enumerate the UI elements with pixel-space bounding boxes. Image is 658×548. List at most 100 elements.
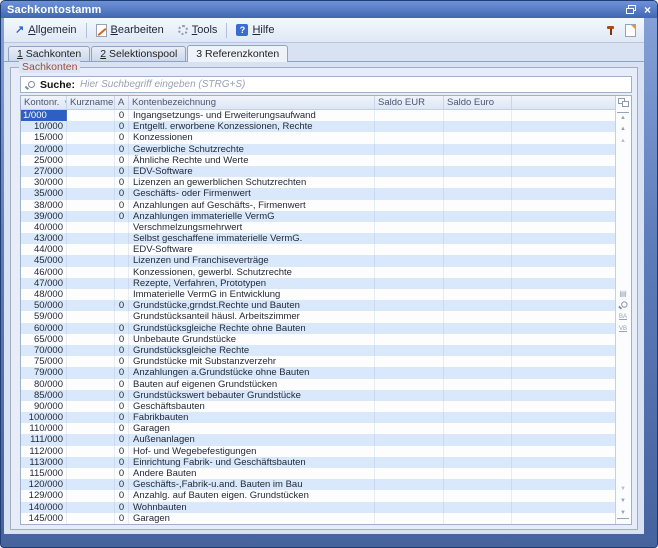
table-row[interactable]: 145/000 0 Garagen — [21, 512, 615, 524]
menu-allgemein[interactable]: ↗ Allgemein — [8, 22, 84, 38]
cell-saldo-eur — [375, 344, 444, 357]
cell-saldo-eur — [375, 255, 444, 267]
cell-saldo-euro — [444, 277, 512, 289]
menu-hilfe[interactable]: ? Hilfe — [229, 22, 281, 38]
column-header-saldo-euro[interactable]: Saldo Euro — [444, 96, 512, 109]
cell-kontenbezeichnung: Garagen — [129, 423, 375, 435]
table-row[interactable]: 79/000 0 Anzahlungen a.Grundstücke ohne Ba… — [21, 367, 615, 379]
table-row[interactable]: 85/000 0 Grundstückswert bebauter Grundstü… — [21, 389, 615, 401]
restore-icon[interactable] — [625, 5, 636, 14]
table-row[interactable]: 90/000 0 Geschäftsbauten — [21, 400, 615, 413]
table-row[interactable]: 20/000 0 Gewerbliche Schutzrechte — [21, 143, 615, 155]
cell-kurzname — [67, 434, 115, 446]
cell-kurzname — [67, 322, 115, 334]
cell-saldo-euro — [444, 456, 512, 468]
scroll-to-bottom-icon[interactable]: ▼ — [617, 508, 629, 519]
cell-kontenbezeichnung: Rezepte, Verfahren, Prototypen — [129, 277, 375, 289]
toolbar-separator — [85, 22, 87, 38]
table-row[interactable]: 75/000 0 Grundstücke mit Substanzverzehr — [21, 356, 615, 368]
table-view-icon[interactable]: ▤ — [617, 288, 629, 298]
pin-icon[interactable] — [606, 25, 615, 36]
table-row[interactable]: 60/000 0 Grundstücksgleiche Rechte ohne Ba… — [21, 322, 615, 334]
table-row[interactable]: 100/000 0 Fabrikbauten — [21, 412, 615, 424]
table-row[interactable]: 111/000 0 Außenanlagen — [21, 434, 615, 446]
table-row[interactable]: 10/000 0 Entgeltl. erworbene Konzessionen,… — [21, 121, 615, 133]
cell-filler — [512, 267, 615, 278]
close-icon[interactable]: × — [644, 4, 651, 16]
table-row[interactable]: 48/000 Immaterielle VermG in Entwicklung — [21, 289, 615, 301]
table-row[interactable]: 1/000 0 Ingangsetzungs- und Erweiterungsau… — [21, 110, 615, 122]
edit-icon — [95, 23, 107, 37]
table-row[interactable]: 38/000 0 Anzahlungen auf Geschäfts-, Firme… — [21, 199, 615, 211]
scroll-page-up-icon[interactable]: ▲ — [617, 124, 629, 134]
note-icon[interactable] — [625, 23, 636, 37]
table-row[interactable]: 25/000 0 Ähnliche Rechte und Werte — [21, 154, 615, 166]
cell-kontonr: 44/000 — [21, 244, 67, 256]
app-window: Sachkontostamm × ↗ Allgemein Bearbeiten … — [0, 0, 658, 548]
cell-saldo-euro — [444, 110, 512, 122]
window-title: Sachkontostamm — [7, 3, 102, 16]
table-row[interactable]: 35/000 0 Geschäfts- oder Firmenwert — [21, 188, 615, 200]
table-row[interactable]: 43/000 Selbst geschaffene immaterielle Ve… — [21, 233, 615, 245]
table-row[interactable]: 65/000 0 Unbebaute Grundstücke — [21, 333, 615, 345]
table-row[interactable]: 27/000 0 EDV-Software — [21, 165, 615, 178]
column-header-kontonr[interactable]: Kontonr.▼ — [21, 96, 67, 109]
column-header-kontenbezeichnung[interactable]: Kontenbezeichnung — [129, 96, 375, 109]
cell-saldo-eur — [375, 322, 444, 334]
cell-kontenbezeichnung: Grundstücksgleiche Rechte ohne Bauten — [129, 322, 375, 334]
table-row[interactable]: 120/000 0 Geschäfts-,Fabrik-u.and. Bauten … — [21, 479, 615, 491]
table-row[interactable]: 80/000 0 Bauten auf eigenen Grundstücken — [21, 378, 615, 390]
table-row[interactable]: 44/000 EDV-Software — [21, 244, 615, 256]
tab-referenzkonten[interactable]: 3 Referenzkonten — [187, 45, 289, 62]
table-row[interactable]: 45/000 Lizenzen und Franchiseverträge — [21, 255, 615, 267]
scroll-up-icon[interactable]: ▲ — [617, 136, 629, 146]
cell-kontenbezeichnung: EDV-Software — [129, 244, 375, 256]
table-row[interactable]: 70/000 0 Grundstücksgleiche Rechte — [21, 344, 615, 357]
tab-sachkonten[interactable]: 1 Sachkonten — [8, 46, 91, 61]
scroll-page-down-icon[interactable]: ▼ — [617, 496, 629, 506]
tab-selektionspool[interactable]: 2 Selektionspool — [91, 46, 187, 61]
table-row[interactable]: 15/000 0 Konzessionen — [21, 132, 615, 144]
table-row[interactable]: 115/000 0 Andere Bauten — [21, 468, 615, 480]
table-row[interactable]: 40/000 Verschmelzungsmehrwert — [21, 221, 615, 234]
cell-kontenbezeichnung: Einrichtung Fabrik- und Geschäftsbauten — [129, 456, 375, 468]
cell-kontonr: 10/000 — [21, 121, 67, 133]
scroll-down-icon[interactable]: ▼ — [617, 484, 629, 494]
window-content: ↗ Allgemein Bearbeiten Tools ? Hilfe 1 S… — [4, 18, 644, 534]
search-input[interactable]: Suche: Hier Suchbegriff eingeben (STRG+S… — [20, 76, 632, 93]
ba-badge-icon[interactable]: BA — [617, 312, 629, 322]
cell-kontonr: 75/000 — [21, 356, 67, 368]
table-row[interactable]: 46/000 Konzessionen, gewerbl. Schutzrecht… — [21, 266, 615, 278]
gear-icon — [177, 25, 188, 35]
cell-kontonr: 46/000 — [21, 266, 67, 278]
table-row[interactable]: 113/000 0 Einrichtung Fabrik- und Geschäft… — [21, 456, 615, 468]
vb-badge-icon[interactable]: VB — [617, 324, 629, 334]
scroll-to-top-icon[interactable]: ▲ — [617, 112, 629, 123]
table-row[interactable]: 110/000 0 Garagen — [21, 423, 615, 435]
cell-filler — [512, 155, 615, 166]
column-header-kurzname[interactable]: Kurzname — [67, 96, 115, 109]
menu-tools[interactable]: Tools — [171, 22, 225, 38]
magnifier-icon[interactable] — [617, 300, 629, 310]
table-row[interactable]: 140/000 0 Wohnbauten — [21, 501, 615, 513]
titlebar: Sachkontostamm × — [1, 1, 657, 18]
cell-kontenbezeichnung: Grundstücke mit Substanzverzehr — [129, 356, 375, 368]
table-row[interactable]: 112/000 0 Hof- und Wegebefestigungen — [21, 445, 615, 457]
table-row[interactable]: 39/000 0 Anzahlungen immaterielle VermG — [21, 210, 615, 222]
menu-bearbeiten[interactable]: Bearbeiten — [89, 22, 171, 39]
cell-a: 0 — [115, 333, 129, 345]
cell-kontonr: 70/000 — [21, 344, 67, 357]
table-row[interactable]: 30/000 0 Lizenzen an gewerblichen Schutzre… — [21, 177, 615, 189]
column-header-saldo-eur[interactable]: Saldo EUR — [375, 96, 444, 109]
table-row[interactable]: 129/000 0 Anzahlg. auf Bauten eigen. Grund… — [21, 490, 615, 502]
cell-saldo-euro — [444, 479, 512, 491]
cell-filler — [512, 211, 615, 222]
column-header-a[interactable]: A — [115, 96, 129, 109]
cell-kontenbezeichnung: Anzahlungen immaterielle VermG — [129, 210, 375, 222]
cell-saldo-eur — [375, 456, 444, 468]
table-row[interactable]: 50/000 0 Grundstücke,grndst.Rechte und Bau… — [21, 300, 615, 312]
table-row[interactable]: 59/000 Grundstücksanteil häusl. Arbeitszi… — [21, 311, 615, 323]
cell-kontenbezeichnung: Unbebaute Grundstücke — [129, 333, 375, 345]
column-chooser-icon[interactable] — [617, 97, 629, 107]
table-row[interactable]: 47/000 Rezepte, Verfahren, Prototypen — [21, 277, 615, 289]
